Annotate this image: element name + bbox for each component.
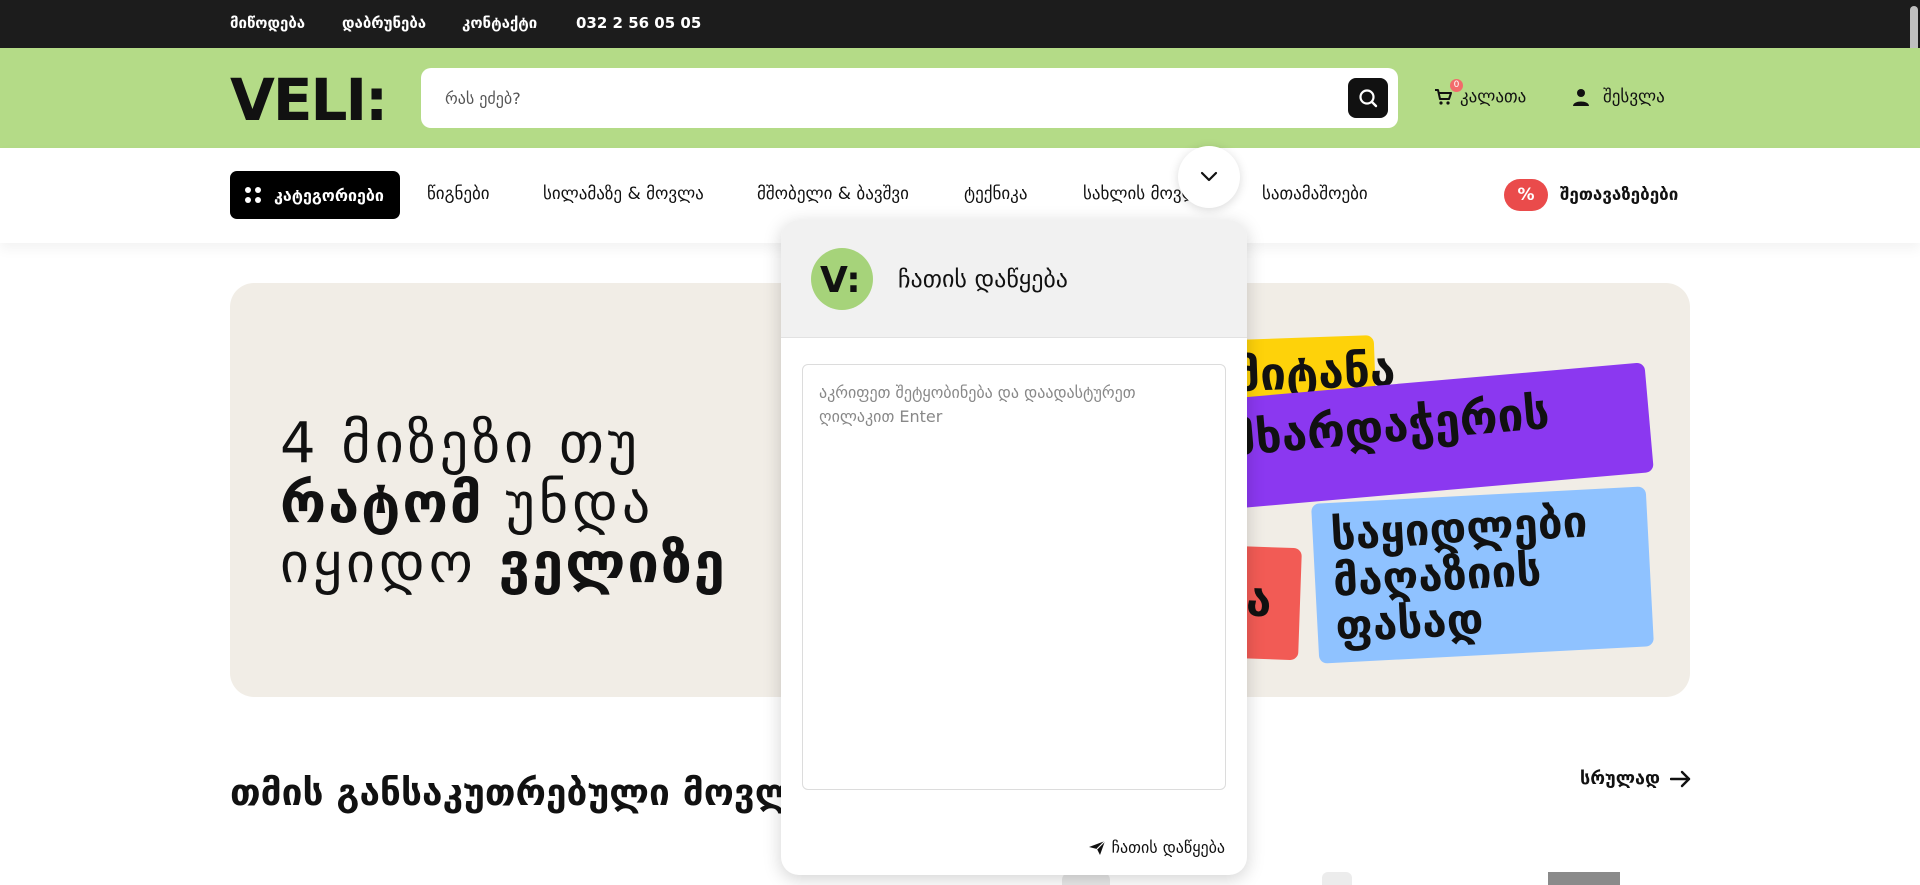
nav-item-toys[interactable]: სათამაშოები	[1262, 184, 1368, 204]
topbar-phone[interactable]: 032 2 56 05 05	[576, 14, 701, 32]
chevron-down-icon	[1200, 171, 1218, 182]
hero-line-1: 4 მიზეზი თუ	[280, 411, 642, 476]
chat-start-label: ჩათის დაწყება	[1111, 838, 1225, 857]
hero-line-2-bold: რატომ	[280, 471, 484, 536]
categories-label: კატეგორიები	[274, 185, 384, 205]
veli-logo[interactable]: VELI:	[230, 70, 408, 126]
sticker-prices: საყიდლები მაღაზიის ფასად	[1311, 486, 1654, 664]
chat-header: V: ჩათის დაწყება	[781, 220, 1247, 338]
nav-item-tech[interactable]: ტექნიკა	[964, 184, 1027, 204]
header: VELI: 0 კალათა შესვლა	[0, 48, 1920, 148]
chat-avatar: V:	[811, 248, 873, 310]
chat-message-input[interactable]	[802, 364, 1226, 790]
logo-text: VELI:	[230, 70, 386, 126]
chat-widget: V: ჩათის დაწყება ჩათის დაწყება	[781, 220, 1247, 875]
search-input[interactable]	[445, 82, 1325, 114]
search-button[interactable]	[1348, 78, 1388, 118]
topbar-link-returns[interactable]: დაბრუნება	[342, 14, 426, 32]
login-button[interactable]: შესვლა	[1573, 85, 1665, 109]
hero-line-3: იყიდო ველიზე	[280, 531, 727, 596]
search-bar	[421, 68, 1398, 128]
cart-count-badge: 0	[1450, 79, 1463, 92]
offers-link[interactable]: % შეთავაზებები	[1504, 179, 1678, 211]
veli-avatar-logo: V:	[820, 260, 861, 301]
see-all-label: სრულად	[1580, 768, 1661, 789]
cart-icon	[1435, 89, 1452, 105]
search-icon	[1359, 89, 1378, 108]
product-thumbnail[interactable]	[1322, 872, 1352, 885]
offers-percent-badge: %	[1504, 179, 1548, 211]
hero-line-2-thin: უნდა	[505, 471, 655, 536]
categories-button[interactable]: კატეგორიები	[230, 171, 400, 219]
chat-avatar-text: V:	[820, 260, 861, 301]
user-icon	[1573, 89, 1589, 106]
section-title: თმის განსაკუთრებული მოვლა	[230, 771, 816, 814]
cart-button[interactable]: 0 კალათა	[1434, 79, 1527, 109]
grid-icon	[245, 187, 261, 203]
nav-item-books[interactable]: წიგნები	[427, 184, 490, 204]
nav-item-beauty[interactable]: სილამაზე & მოვლა	[543, 184, 704, 204]
offers-label: შეთავაზებები	[1560, 185, 1679, 205]
hero-line-3-thin: იყიდო	[280, 531, 477, 596]
chat-title: ჩათის დაწყება	[898, 265, 1068, 293]
see-all-link[interactable]: სრულად	[1580, 768, 1692, 789]
chat-start-button[interactable]: ჩათის დაწყება	[1088, 838, 1225, 857]
topbar-link-delivery[interactable]: მიწოდება	[230, 14, 305, 32]
product-thumbnail[interactable]	[1548, 872, 1620, 885]
hero-line-3-bold: ველიზე	[498, 531, 727, 596]
nav-item-parent-child[interactable]: მშობელი & ბავშვი	[757, 184, 909, 204]
top-bar: მიწოდება დაბრუნება კონტაქტი 032 2 56 05 …	[0, 0, 1920, 48]
send-icon	[1088, 840, 1106, 855]
chat-collapse-button[interactable]	[1178, 146, 1240, 208]
arrow-right-icon	[1670, 770, 1691, 787]
cart-label: კალათა	[1460, 87, 1527, 107]
topbar-link-contact[interactable]: კონტაქტი	[462, 14, 537, 32]
hero-line-2: რატომ უნდა	[280, 471, 654, 536]
login-label: შესვლა	[1603, 87, 1665, 107]
